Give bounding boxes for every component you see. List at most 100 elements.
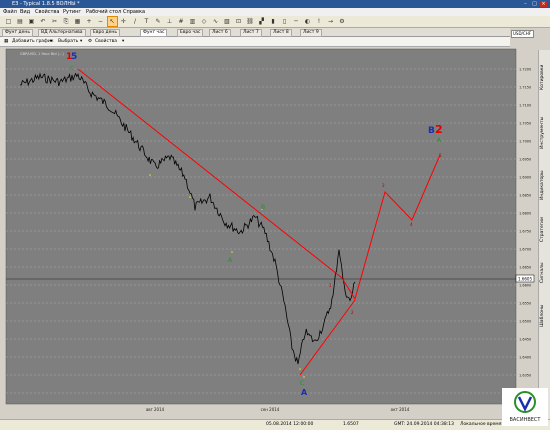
chart-tabs: Фунт день ВД Альтернатива Евро день Фунт… [0,28,510,37]
wave-label-sub-b: B [261,204,265,211]
tab-quotes[interactable]: Котировки [540,52,550,102]
color-icon[interactable]: ◐ [303,17,312,26]
copy-icon[interactable]: ⎘ [62,17,71,26]
price-tick-label: 1.6750 [519,230,531,234]
undo-icon[interactable]: ↶ [39,17,48,26]
ruler-icon[interactable]: ⊥ [165,17,174,26]
paste-icon[interactable]: ▦ [73,17,82,26]
status-bar: 05.08.2014 12:00:00 1.6507 GMT: 24.09.20… [0,419,550,430]
new-icon[interactable]: □ [4,17,13,26]
menu-file[interactable]: Файл [3,9,17,15]
price-tick-label: 1.6700 [519,248,531,252]
current-price-label: 1.6605 [518,277,532,282]
wave-label-b: B [428,126,435,136]
chart-subbar: ▦ Добавить график ▾ Выбрать ▾ ⚙ Свойства… [0,37,510,47]
tab-signals[interactable]: Сигналы [540,253,550,293]
template-icon[interactable]: ▧ [223,17,232,26]
right-panel: Котировки Инструменты Индикаторы Стратег… [538,50,550,420]
wave-point-marker [299,368,301,370]
zoom-out-icon[interactable]: − [96,17,105,26]
wave-label-sub-c: C [300,380,304,387]
price-tick-label: 1.7150 [519,86,531,90]
price-tick-label: 1.6850 [519,194,531,198]
tab-sheet-7[interactable]: Лист 7 [240,29,262,37]
tab-templates[interactable]: Шаблоны [540,296,550,336]
grid-icon[interactable]: # [177,17,186,26]
settings-icon[interactable]: ⚙ [338,17,347,26]
close-button[interactable]: × [540,1,547,7]
chart-icon: ▦ [4,39,9,44]
cut-icon[interactable]: ✂ [50,17,59,26]
tab-vd-alternative[interactable]: ВД Альтернатива [38,29,86,37]
shape-icon[interactable]: ◇ [200,17,209,26]
plot-background [5,48,517,405]
line-icon[interactable]: ─ [292,17,301,26]
price-tick-label: 1.6600 [519,284,531,288]
minimize-button[interactable]: – [522,1,529,7]
tab-pound-hour[interactable]: Фунт час [140,29,168,37]
price-tick-label: 1.6550 [519,302,531,306]
chart-area[interactable]: 1.7200 1.7150 1.7100 1.7050 1.7000 1.6950 1.69… [0,47,535,418]
window-title: ЕЗ - Typical 1.8.5 ВОЛНЫ * [12,1,80,7]
indicator-icon[interactable]: ∿ [211,17,220,26]
time-tick-label: авг 2014 [146,407,165,412]
price-tick-label: 1.7200 [519,68,531,72]
pencil-icon[interactable]: ✎ [154,17,163,26]
title-bar: ЕЗ - Typical 1.8.5 ВОЛНЫ * – □ × [0,0,550,8]
tab-sheet-9[interactable]: Лист 9 [300,29,322,37]
tab-strategies[interactable]: Стратегии [540,210,550,250]
tab-euro-day[interactable]: Евро день [90,29,121,37]
menu-routing[interactable]: Рутинг [63,9,81,15]
wave-label-big-a: A [301,388,308,397]
chevron-down-icon[interactable]: ▾ [122,39,124,44]
menu-desktop[interactable]: Рабочий стол [86,9,121,15]
toolbar: □ ▤ ▣ ↶ ✂ ⎘ ▦ + − ↖ ✛ / T ✎ ⊥ # ▥ ◇ ∿ ▧ ⊡ ⛓ ▞ ▮ ▯ ─ ◐! → ⚙ [0,16,550,28]
add-chart-button[interactable]: Добавить график [12,39,54,44]
menu-properties[interactable]: Свойства [35,9,59,15]
wave-point-marker [231,251,233,253]
chevron-down-icon[interactable]: ▾ [50,39,52,44]
arrow-icon[interactable]: → [326,17,335,26]
cursor-icon[interactable]: ↖ [106,16,118,27]
chart-type-icon[interactable]: ▞ [257,17,266,26]
save-icon[interactable]: ▣ [27,17,36,26]
maximize-button[interactable]: □ [531,1,538,7]
price-tick-label: 1.6400 [519,356,531,360]
price-tick-label: 1.6650 [519,266,531,270]
gear-icon: ⚙ [88,39,93,44]
chevron-down-icon[interactable]: ▾ [80,39,82,44]
logo: ВАСИНВЕСТ [502,388,548,426]
tab-euro-hour[interactable]: Евро час [177,29,204,37]
candle-icon[interactable]: ▯ [280,17,289,26]
alert-icon[interactable]: ! [315,17,324,26]
tab-indicators[interactable]: Индикаторы [540,163,550,208]
price-chart[interactable]: 1.7200 1.7150 1.7100 1.7050 1.7000 1.6950 1.69… [0,47,535,418]
tab-sheet-8[interactable]: Лист 8 [270,29,292,37]
vasinvest-logo-icon: ВАСИНВЕСТ [510,391,541,423]
price-tick-label: 1.7100 [519,104,531,108]
tab-pound-day[interactable]: Фунт день [2,29,34,37]
trendline-icon[interactable]: / [131,17,140,26]
status-datetime: 05.08.2014 12:00:00 [266,422,314,427]
wave-point-marker [149,174,151,176]
wave-label-5: 5 [71,52,77,62]
wave-point-marker [303,376,305,378]
magnet-icon[interactable]: ⊡ [234,17,243,26]
tab-sheet-6[interactable]: Лист 6 [209,29,231,37]
select-button[interactable]: Выбрать [58,39,78,44]
price-tick-label: 1.6350 [519,374,531,378]
text-icon[interactable]: T [142,17,151,26]
chart-legend: GBP/USD, 1 Hour Bid (...) [20,52,64,56]
menu-help[interactable]: Справка [123,9,145,15]
symbol-select[interactable]: USD/CHF [511,30,534,38]
tab-instruments[interactable]: Инструменты [540,105,550,160]
open-icon[interactable]: ▤ [16,17,25,26]
wave-point-marker [189,196,191,198]
bar-icon[interactable]: ▮ [269,17,278,26]
crosshair-icon[interactable]: ✛ [119,17,128,26]
link-icon[interactable]: ⛓ [246,17,255,26]
menu-view[interactable]: Вид [20,9,30,15]
properties-button[interactable]: Свойства [95,39,117,44]
calendar-icon[interactable]: ▥ [188,17,197,26]
zoom-in-icon[interactable]: + [85,17,94,26]
